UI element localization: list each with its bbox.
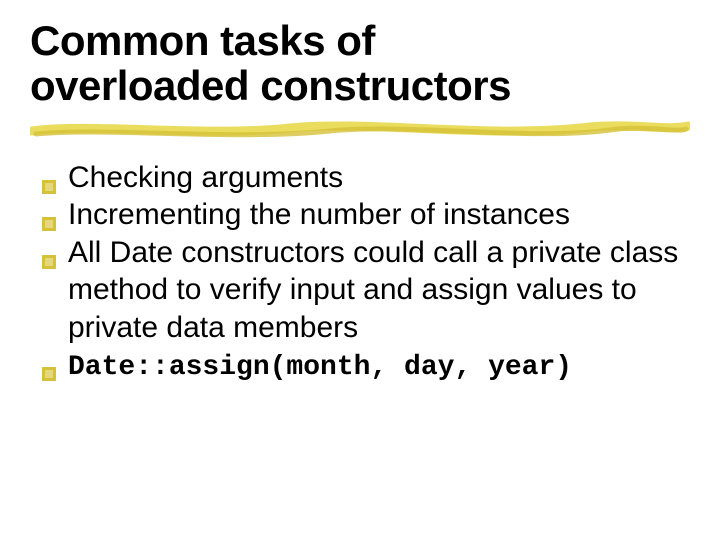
bullet-text-code: Date::assign(month, day, year) [68, 352, 572, 383]
slide: Common tasks of overloaded constructors … [0, 0, 720, 540]
bullet-icon [40, 243, 58, 261]
list-item: Checking arguments [40, 159, 690, 197]
bullet-text: Checking arguments [68, 161, 343, 194]
bullet-icon [40, 205, 58, 223]
brush-stroke-icon [30, 117, 690, 143]
slide-title: Common tasks of overloaded constructors [30, 18, 690, 109]
title-line-2: overloaded constructors [30, 62, 511, 109]
list-item: Incrementing the number of instances [40, 196, 690, 234]
list-item: All Date constructors could call a priva… [40, 234, 690, 347]
bullet-icon [40, 168, 58, 186]
list-item: Date::assign(month, day, year) [40, 346, 690, 385]
bullet-text: All Date constructors could call a priva… [68, 236, 678, 344]
bullet-list: Checking arguments Incrementing the numb… [30, 159, 690, 386]
bullet-text: Incrementing the number of instances [68, 198, 570, 231]
bullet-icon [40, 355, 58, 373]
title-line-1: Common tasks of [30, 17, 375, 64]
title-underline [30, 117, 690, 141]
